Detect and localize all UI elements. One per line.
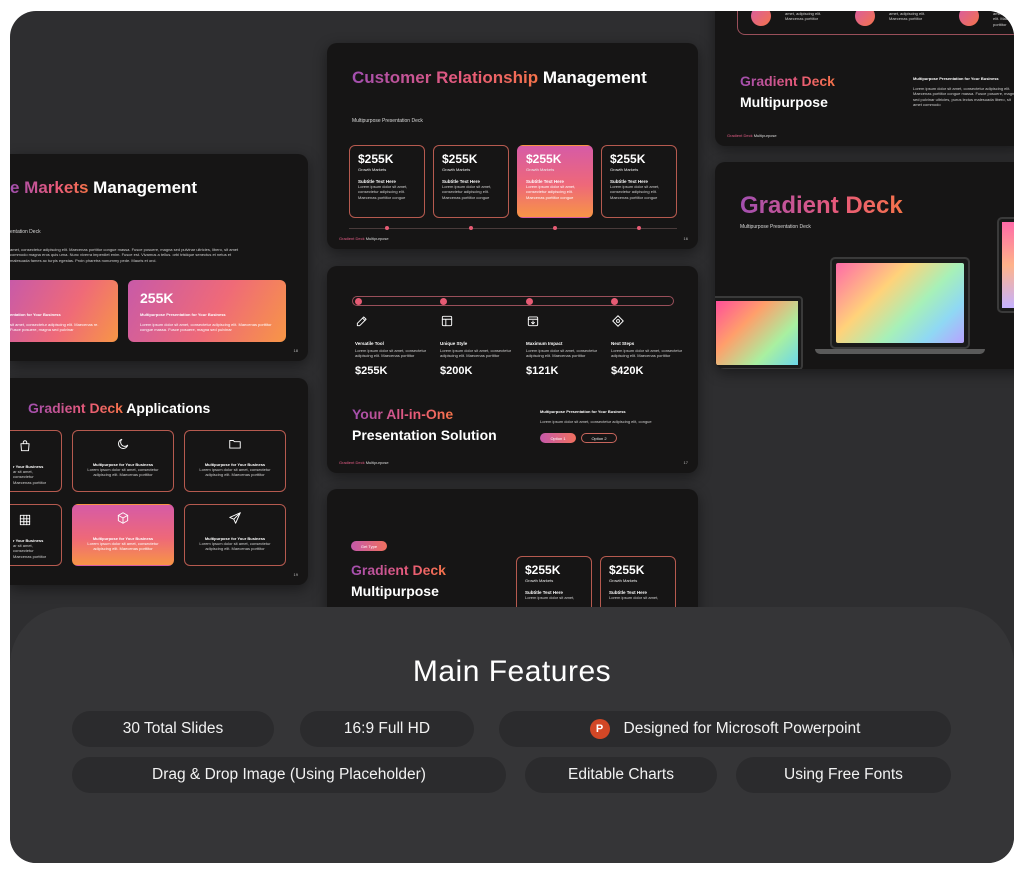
slide-top-right: amet, adipiscing elit. Maecenas porttito… <box>715 11 1014 146</box>
hero-title: Gradient Deck <box>740 192 903 219</box>
slide-all-in-one: Versatile Tool Lorem ipsum dolor sit ame… <box>327 266 698 473</box>
slide-markets: e Markets Management entation Deck amet,… <box>10 154 308 361</box>
page-number: 17 <box>683 460 688 465</box>
timeline-dot <box>440 298 447 305</box>
crm-timeline-dot <box>385 226 389 230</box>
feature-col: Versatile Tool Lorem ipsum dolor sit ame… <box>355 314 435 377</box>
slide-crm-subtitle: Multipurpose Presentation Deck <box>352 118 423 124</box>
crm-card: $255K Growth Markets Subtitle Text Here … <box>601 145 677 218</box>
markets-card-left: entation for Your Business sit amet, con… <box>10 280 118 342</box>
top-right-subtitle: Multipurpose <box>740 94 828 110</box>
slide-footer: Gradient Deck Multipurpose <box>727 133 777 138</box>
feature-col: Maximum Impact Lorem ipsum dolor sit ame… <box>526 314 606 377</box>
grid-icon <box>19 514 31 526</box>
feature-resolution: 16:9 Full HD <box>300 711 474 747</box>
all-in-one-right-title: Multipurpose Presentation for Your Busin… <box>540 409 626 414</box>
markets-card-right: 255K Multipurpose Presentation for Your … <box>128 280 286 342</box>
tablet-mockup <box>997 217 1014 313</box>
feature-col: Unique Style Lorem ipsum dolor sit amet,… <box>440 314 520 377</box>
multipurpose-subtitle: Multipurpose <box>351 583 439 599</box>
slide-applications: Gradient Deck Applications r Your Busine… <box>10 378 308 585</box>
slide-multipurpose: Get Type Gradient Deck Multipurpose $255… <box>327 489 698 619</box>
folder-icon <box>229 440 241 449</box>
page-number: 19 <box>293 572 298 577</box>
crm-timeline <box>349 228 677 229</box>
app-card: r Your Business ar sit amet, consectetur… <box>10 504 62 566</box>
feature-total-slides: 30 Total Slides <box>72 711 274 747</box>
slide-markets-body: amet, consectetur adipiscing elit. Maece… <box>10 247 239 263</box>
crm-card: $255K Growth Markets Subtitle Text Here … <box>349 145 425 218</box>
timeline-dot <box>355 298 362 305</box>
option-2-button[interactable]: Option 2 <box>581 433 617 443</box>
all-in-one-right-text: Lorem ipsum dolor sit amet, consectetur … <box>540 419 652 424</box>
slide-crm-title: Customer Relationship Management <box>352 68 647 87</box>
crm-card-highlighted: $255K Growth Markets Subtitle Text Here … <box>517 145 593 218</box>
option-1-button[interactable]: Option 1 <box>540 433 576 443</box>
app-card-highlighted: Multipurpose for Your Business Lorem ips… <box>72 504 174 566</box>
timeline-dot <box>526 298 533 305</box>
monitor-mockup <box>715 296 803 369</box>
main-features-panel: Main Features 30 Total Slides 16:9 Full … <box>10 607 1014 863</box>
moon-icon <box>118 438 129 449</box>
all-in-one-title: Your All-in-One <box>352 406 454 422</box>
crm-card: $255K Growth Markets Subtitle Text Here … <box>433 145 509 218</box>
page-number: 16 <box>683 236 688 241</box>
app-card: r Your Business ar sit amet, consectetur… <box>10 430 62 492</box>
feature-col: Next Steps Lorem ipsum dolor sit amet, c… <box>611 314 691 377</box>
slide-crm: Customer Relationship Management Multipu… <box>327 43 698 249</box>
multipurpose-title: Gradient Deck <box>351 562 446 578</box>
app-card: Multipurpose for Your Business Lorem ips… <box>184 504 286 566</box>
monitor-screen-gradient <box>716 301 798 365</box>
slide-markets-subtitle: entation Deck <box>10 229 41 235</box>
app-card: Multipurpose for Your Business Lorem ips… <box>72 430 174 492</box>
slide-footer: Gradient Deck Multipurpose <box>339 460 389 465</box>
page-number: 18 <box>293 348 298 353</box>
crm-timeline-dot <box>637 226 641 230</box>
feature-editable-charts: Editable Charts <box>525 757 717 793</box>
slide-footer: Gradient Deck Multipurpose <box>339 236 389 241</box>
showcase-frame: Customer Relationship Management Multipu… <box>10 11 1014 863</box>
laptop-mockup <box>830 257 970 349</box>
crm-timeline-dot <box>553 226 557 230</box>
tag-badge: Get Type <box>351 541 387 551</box>
feature-drag-drop: Drag & Drop Image (Using Placeholder) <box>72 757 506 793</box>
crm-timeline-dot <box>469 226 473 230</box>
inbox-icon <box>527 316 539 327</box>
laptop-screen-gradient <box>836 263 964 343</box>
tablet-screen-gradient <box>1002 222 1014 308</box>
top-right-title: Gradient Deck <box>740 73 835 89</box>
slide-hero: Gradient Deck Multipurpose Presentation … <box>715 162 1014 369</box>
edit-icon <box>356 316 367 327</box>
bag-icon <box>20 440 30 452</box>
cube-icon <box>117 512 129 524</box>
laptop-base <box>815 349 985 354</box>
layout-icon <box>441 315 453 327</box>
all-in-one-timeline <box>352 296 674 306</box>
feature-free-fonts: Using Free Fonts <box>736 757 951 793</box>
diamond-icon <box>612 315 624 327</box>
app-card: Multipurpose for Your Business Lorem ips… <box>184 430 286 492</box>
timeline-dot <box>611 298 618 305</box>
feature-powerpoint: P Designed for Microsoft Powerpoint <box>499 711 951 747</box>
powerpoint-icon: P <box>589 719 613 739</box>
send-icon <box>229 512 241 524</box>
main-features-title: Main Features <box>412 655 612 688</box>
slide-applications-title: Gradient Deck Applications <box>28 400 211 416</box>
all-in-one-subtitle: Presentation Solution <box>352 427 497 443</box>
slide-markets-title: e Markets Management <box>10 178 198 197</box>
hero-subtitle: Multipurpose Presentation Deck <box>740 224 811 230</box>
